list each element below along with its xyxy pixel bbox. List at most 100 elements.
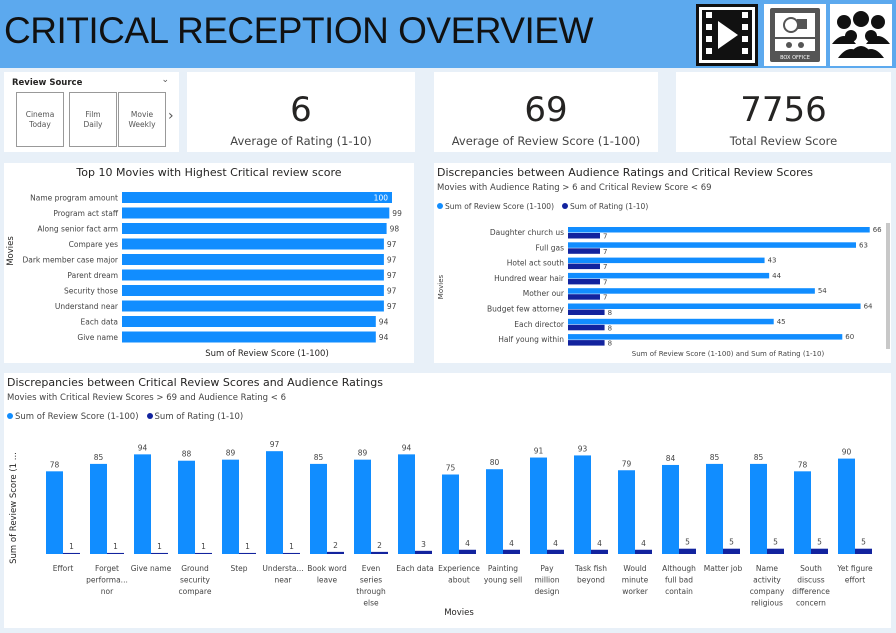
x-tick-label: Even series through else: [356, 564, 386, 608]
y-tick-label: Understand near: [55, 302, 119, 311]
data-label: 100: [374, 194, 389, 203]
column-rating: [767, 548, 784, 554]
data-label-rating: 5: [861, 538, 866, 547]
bar-rating: [568, 340, 605, 346]
data-label-rating: 4: [465, 539, 470, 548]
data-label-rating: 8: [608, 324, 612, 332]
x-axis-title: Movies: [444, 608, 474, 618]
data-label-rating: 5: [729, 538, 734, 547]
column-rating: [195, 552, 212, 554]
data-label-rating: 7: [603, 233, 607, 241]
column-score: [618, 470, 635, 554]
x-tick-label: Give name: [131, 564, 172, 573]
slicer-option-movie-weekly[interactable]: Movie Weekly: [118, 92, 166, 147]
kpi-label: Average of Review Score (1-100): [451, 134, 641, 148]
data-label: 94: [379, 318, 389, 327]
slicer-option-film-daily[interactable]: Film Daily: [69, 92, 117, 147]
data-label-rating: 1: [69, 542, 74, 551]
data-label: 97: [387, 256, 397, 265]
data-label-rating: 1: [245, 542, 250, 551]
x-axis-title: Sum of Review Score (1-100) and Sum of R…: [632, 350, 825, 358]
bar: [122, 331, 376, 343]
x-tick-label: Ground security compare: [179, 564, 212, 596]
kpi-value: 69: [524, 90, 568, 130]
x-tick-label: Pay million design: [535, 564, 560, 596]
bar-rating: [568, 309, 605, 315]
data-label-rating: 7: [603, 248, 607, 256]
audience-discrepancy-bar-chart: Daughter church us 66 7 Full gas 63 7 Hotel ac…: [437, 226, 882, 358]
x-tick-label: Matter job: [704, 564, 743, 573]
data-label-rating: 3: [421, 540, 426, 549]
data-label-score: 45: [777, 318, 786, 326]
data-label-rating: 4: [597, 539, 602, 548]
data-label-score: 89: [358, 449, 368, 458]
box-office-icon[interactable]: BOX OFFICE: [764, 4, 826, 66]
data-label-rating: 5: [685, 538, 690, 547]
y-axis-title: Movies: [6, 236, 16, 266]
column-score: [794, 471, 811, 554]
y-tick-label: Dark member case major: [22, 256, 118, 265]
data-label-score: 94: [402, 443, 412, 452]
data-label-score: 85: [314, 453, 324, 462]
x-tick-label: South discuss difference concern: [792, 564, 830, 608]
kpi-card-avg-review-score: 69 Average of Review Score (1-100): [434, 72, 658, 152]
y-tick-label: Full gas: [536, 243, 565, 252]
chevron-right-icon[interactable]: ›: [168, 108, 174, 124]
column-score: [398, 454, 415, 554]
bar-score: [568, 318, 774, 325]
audience-group-icon[interactable]: [830, 4, 892, 66]
data-label-rating: 7: [603, 278, 607, 286]
data-label-score: 94: [138, 443, 148, 452]
data-label-rating: 7: [603, 263, 607, 271]
data-label-score: 93: [578, 444, 588, 453]
bar-rating: [568, 233, 600, 239]
column-score: [310, 463, 327, 554]
audience-discrepancy-chart-card: Discrepancies between Audience Ratings a…: [434, 163, 891, 363]
data-label-score: 78: [798, 460, 808, 469]
bar: [122, 223, 387, 234]
data-label-score: 85: [710, 453, 720, 462]
y-tick-label: Each director: [514, 320, 565, 329]
top10-bar-chart: Name program amount 100 Program act staff 9…: [6, 192, 402, 359]
bar: [122, 192, 392, 203]
scrollbar[interactable]: [886, 223, 890, 349]
bar-score: [568, 272, 770, 279]
column-rating: [283, 552, 300, 554]
bar-rating: [568, 278, 600, 285]
data-label-rating: 8: [608, 309, 612, 317]
y-axis-title: Sum of Review Score (1 ...: [9, 452, 19, 564]
column-rating: [459, 549, 476, 554]
column-score: [574, 455, 591, 554]
data-label-rating: 2: [333, 541, 338, 550]
review-source-slicer: Review Source ⌄ Cinema Today Film Daily …: [4, 72, 179, 152]
column-score: [266, 451, 283, 554]
data-label: 97: [387, 240, 397, 249]
x-tick-label: Understa... near: [262, 564, 303, 585]
data-label-score: 75: [446, 464, 456, 473]
svg-text:BOX OFFICE: BOX OFFICE: [780, 55, 810, 61]
y-tick-label: Give name: [77, 333, 118, 342]
column-rating: [679, 548, 696, 554]
bar-score: [568, 257, 765, 264]
critic-discrepancy-column-chart: 78 1 Effort 85 1 Forget performa... nor 94 1 Give …: [9, 440, 873, 618]
column-rating: [591, 549, 608, 554]
y-tick-label: Name program amount: [30, 194, 118, 203]
data-label-score: 85: [754, 453, 764, 462]
video-play-icon[interactable]: [696, 4, 758, 66]
bar: [122, 254, 384, 265]
column-rating: [371, 551, 388, 554]
chevron-down-icon[interactable]: ⌄: [161, 75, 169, 85]
data-label-rating: 5: [773, 538, 778, 547]
x-tick-label: Step: [230, 564, 247, 573]
x-tick-label: Each data: [396, 564, 434, 573]
data-label-score: 63: [859, 241, 868, 249]
bar-score: [568, 242, 856, 248]
y-tick-label: Hundred wear hair: [494, 274, 565, 283]
slicer-option-cinema-today[interactable]: Cinema Today: [16, 92, 64, 147]
x-tick-label: Effort: [53, 564, 74, 573]
data-label-score: 44: [772, 272, 781, 280]
data-label-rating: 4: [509, 539, 514, 548]
column-rating: [635, 549, 652, 554]
y-axis-title: Movies: [437, 274, 445, 299]
data-label-score: 60: [845, 333, 854, 341]
